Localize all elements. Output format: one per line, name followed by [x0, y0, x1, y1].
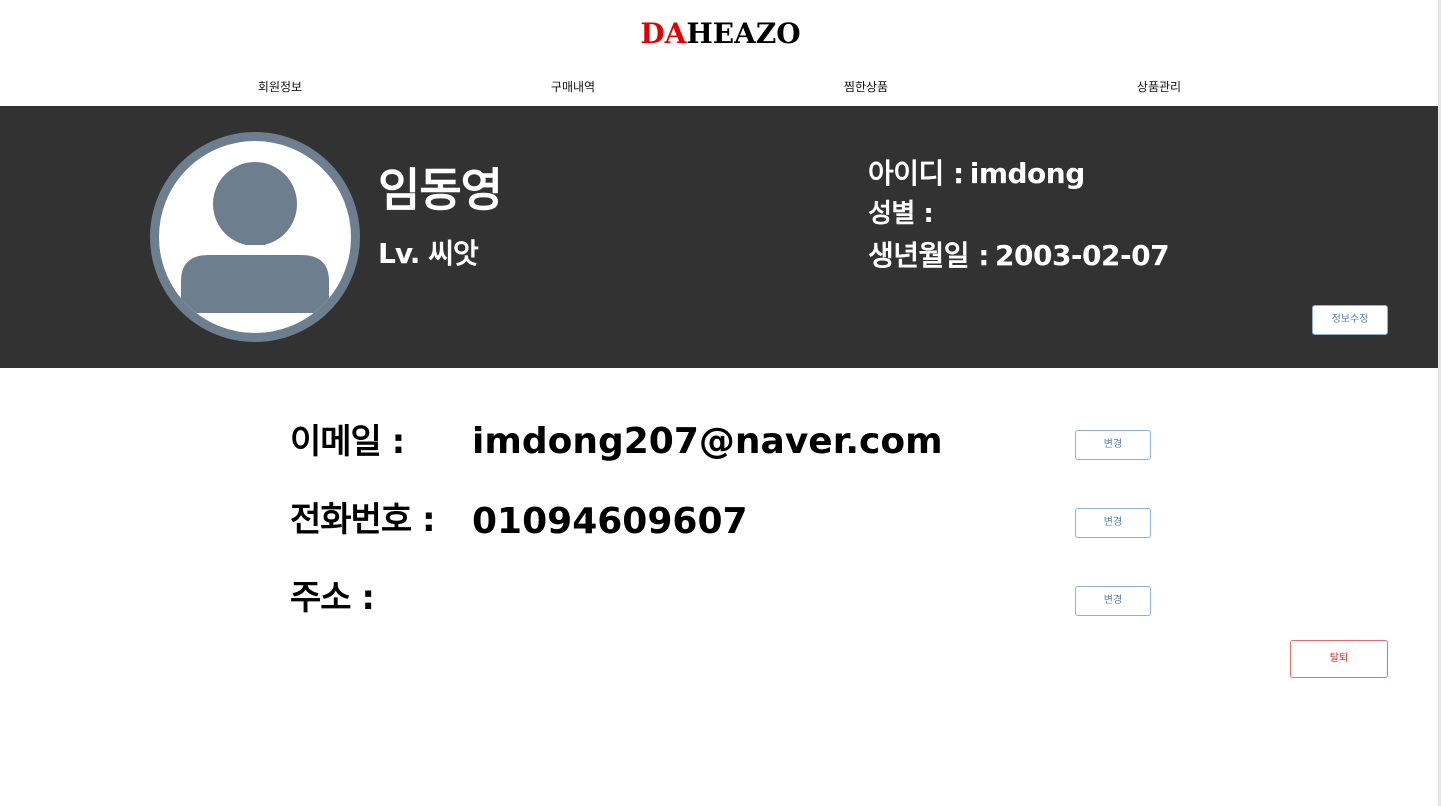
user-id-value: imdong — [969, 157, 1086, 190]
gender-row: 성별 : — [868, 194, 939, 234]
nav-item-purchase-history[interactable]: 구매내역 — [513, 76, 633, 98]
email-label: 이메일 : — [290, 422, 405, 462]
change-address-button[interactable]: 변경 — [1075, 586, 1151, 616]
brand-logo-accent: DA — [640, 17, 687, 50]
brand-logo[interactable]: DAHEAZO — [0, 16, 1441, 52]
change-email-button[interactable]: 변경 — [1075, 430, 1151, 460]
address-label: 주소 : — [290, 578, 375, 618]
nav-item-wishlist[interactable]: 찜한상품 — [806, 76, 926, 98]
withdraw-button[interactable]: 탈퇴 — [1290, 640, 1388, 678]
email-value: imdong207@naver.com — [472, 421, 943, 462]
phone-value: 01094609607 — [472, 501, 748, 542]
birthdate-value: 2003-02-07 — [995, 239, 1170, 272]
birthdate-label: 생년월일 : — [868, 239, 990, 272]
gender-label: 성별 : — [868, 199, 934, 229]
brand-logo-rest: HEAZO — [686, 17, 801, 50]
user-id-label: 아이디 : — [868, 157, 964, 190]
user-name: 임동영 — [378, 163, 503, 217]
change-phone-button[interactable]: 변경 — [1075, 508, 1151, 538]
user-id-row: 아이디 : imdong — [868, 154, 1085, 194]
nav-item-member-info[interactable]: 회원정보 — [220, 76, 340, 98]
user-level: Lv. 씨앗 — [378, 237, 479, 270]
profile-banner: 임동영 Lv. 씨앗 아이디 : imdong 성별 : 생년월일 :2003-0… — [0, 106, 1438, 368]
birthdate-row: 생년월일 :2003-02-07 — [868, 236, 1170, 276]
user-silhouette-icon — [159, 162, 351, 313]
nav-item-product-management[interactable]: 상품관리 — [1099, 76, 1219, 98]
phone-label: 전화번호 : — [290, 500, 436, 540]
main-nav: 회원정보 구매내역 찜한상품 상품관리 — [0, 76, 1441, 98]
avatar — [150, 132, 360, 342]
edit-profile-button[interactable]: 정보수정 — [1312, 305, 1388, 335]
